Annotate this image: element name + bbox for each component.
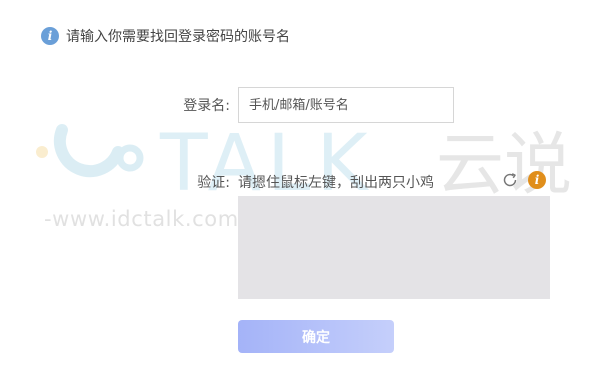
find-password-page: TALK 云说 -www.idctalk.com-国内专业云计算交流服务平台- … — [0, 0, 613, 384]
verify-hint: 请摁住鼠标左键，刮出两只小鸡 — [238, 175, 434, 191]
watermark-logo-swirl — [54, 124, 124, 178]
login-name-label: 登录名: — [183, 98, 230, 114]
info-icon: i — [41, 27, 59, 45]
notice-text: 请输入你需要找回登录密码的账号名 — [66, 29, 290, 45]
confirm-button[interactable]: 确定 — [238, 320, 394, 353]
verify-label: 验证: — [197, 175, 230, 191]
login-name-input[interactable] — [238, 87, 454, 123]
watermark-logo-dot — [36, 146, 48, 158]
help-icon[interactable]: i — [528, 171, 546, 189]
notice: i 请输入你需要找回登录密码的账号名 — [41, 26, 290, 46]
refresh-icon[interactable] — [501, 171, 519, 189]
watermark-logo-ring — [116, 144, 144, 172]
watermark-cn-text: 云说 — [436, 126, 572, 205]
scratch-captcha-area[interactable] — [238, 196, 550, 299]
